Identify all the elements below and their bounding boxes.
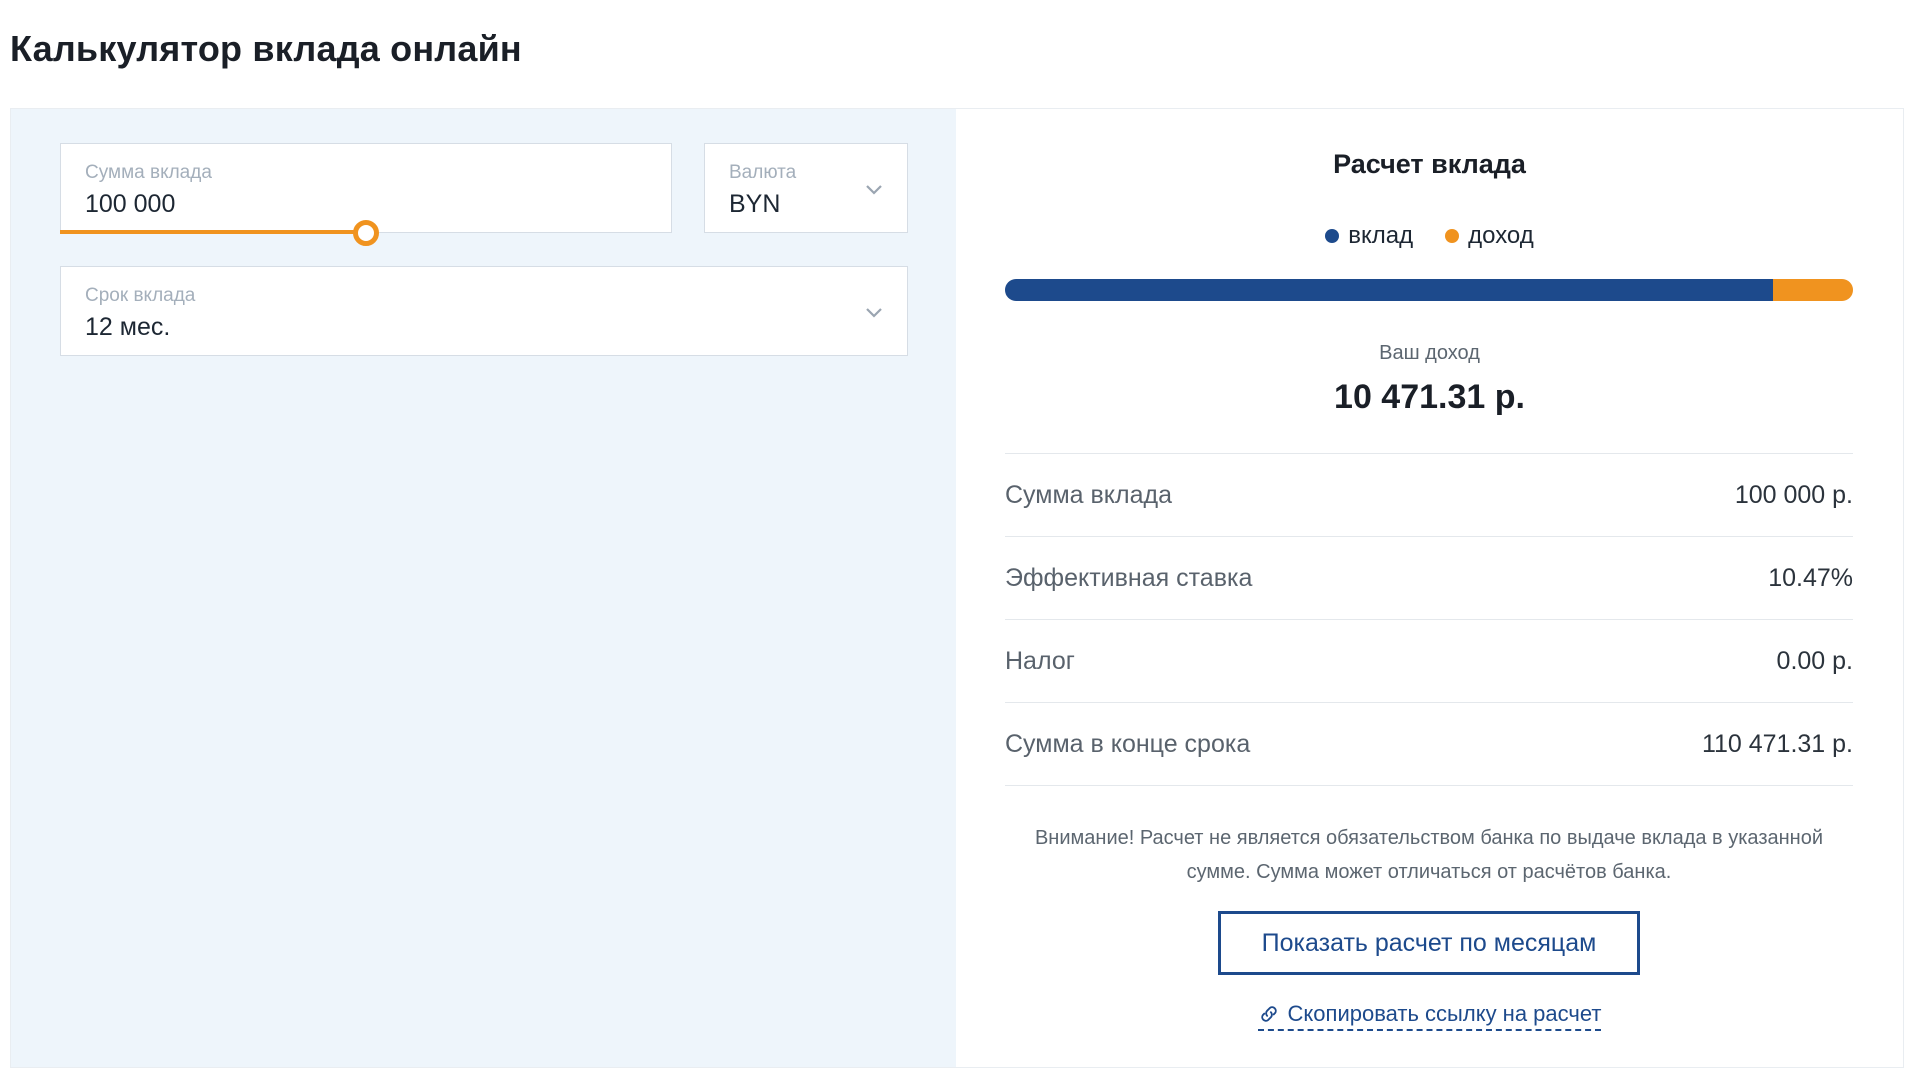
result-row-value: 100 000 р.	[1734, 480, 1853, 509]
page-title: Калькулятор вклада онлайн	[10, 28, 522, 69]
result-row: Эффективная ставка 10.47%	[1005, 537, 1853, 620]
result-row-value: 10.47%	[1768, 563, 1853, 592]
currency-select[interactable]: Валюта BYN	[704, 143, 908, 233]
deposit-income-bar	[1005, 279, 1853, 301]
chevron-down-icon	[866, 308, 882, 318]
result-row: Сумма вклада 100 000 р.	[1005, 454, 1853, 537]
deposit-term-value: 12 мес.	[85, 313, 171, 341]
calculation-result-panel: Расчет вклада вклад доход Ваш доход 10 4…	[956, 109, 1903, 1067]
legend-dot-deposit	[1325, 229, 1340, 243]
currency-value: BYN	[729, 190, 781, 218]
result-row-label: Налог	[1005, 646, 1075, 675]
deposit-term-select[interactable]: Срок вклада 12 мес.	[60, 266, 908, 356]
deposit-amount-slider-thumb[interactable]	[353, 220, 379, 246]
legend-item-income: доход	[1445, 222, 1534, 250]
result-row-value: 110 471.31 р.	[1701, 729, 1853, 758]
chevron-down-icon	[866, 185, 882, 195]
result-row-label: Сумма вклада	[1005, 480, 1172, 509]
result-row-label: Сумма в конце срока	[1005, 729, 1251, 758]
deposit-amount-field[interactable]: Сумма вклада 100 000	[60, 143, 672, 246]
bar-segment-income	[1772, 279, 1853, 301]
currency-label: Валюта	[729, 162, 797, 183]
show-monthly-calculation-button[interactable]: Показать расчет по месяцам	[1218, 911, 1640, 975]
income-label: Ваш доход	[1379, 342, 1480, 364]
deposit-amount-slider-fill	[60, 230, 365, 234]
result-row: Сумма в конце срока 110 471.31 р.	[1005, 703, 1853, 786]
copy-link-wrapper: Скопировать ссылку на расчет	[956, 1001, 1903, 1031]
bar-segment-deposit	[1005, 279, 1773, 301]
legend-label-deposit: вклад	[1348, 222, 1414, 249]
copy-link-label: Скопировать ссылку на расчет	[1287, 1001, 1602, 1026]
calculator-inputs-panel: Сумма вклада 100 000 Валюта BYN Срок вкл…	[11, 109, 956, 1067]
income-value: 10 471.31 р.	[1334, 378, 1525, 416]
result-row: Налог 0.00 р.	[1005, 620, 1853, 703]
deposit-calculator: Сумма вклада 100 000 Валюта BYN Срок вкл…	[10, 108, 1904, 1068]
deposit-term-label: Срок вклада	[85, 285, 196, 306]
deposit-amount-value[interactable]: 100 000	[85, 190, 175, 219]
result-rows: Сумма вклада 100 000 р. Эффективная став…	[1005, 453, 1853, 786]
link-icon	[1260, 1006, 1277, 1022]
legend-item-deposit: вклад	[1325, 222, 1413, 250]
legend: вклад доход	[956, 222, 1903, 250]
result-row-value: 0.00 р.	[1776, 646, 1853, 675]
legend-label-income: доход	[1468, 222, 1534, 249]
deposit-amount-label: Сумма вклада	[85, 162, 212, 183]
result-title: Расчет вклада	[1333, 149, 1526, 179]
copy-calculation-link[interactable]: Скопировать ссылку на расчет	[1257, 1001, 1602, 1031]
result-row-label: Эффективная ставка	[1005, 563, 1253, 592]
disclaimer-notice: Внимание! Расчет не является обязательст…	[1034, 827, 1824, 883]
legend-dot-income	[1445, 229, 1460, 243]
